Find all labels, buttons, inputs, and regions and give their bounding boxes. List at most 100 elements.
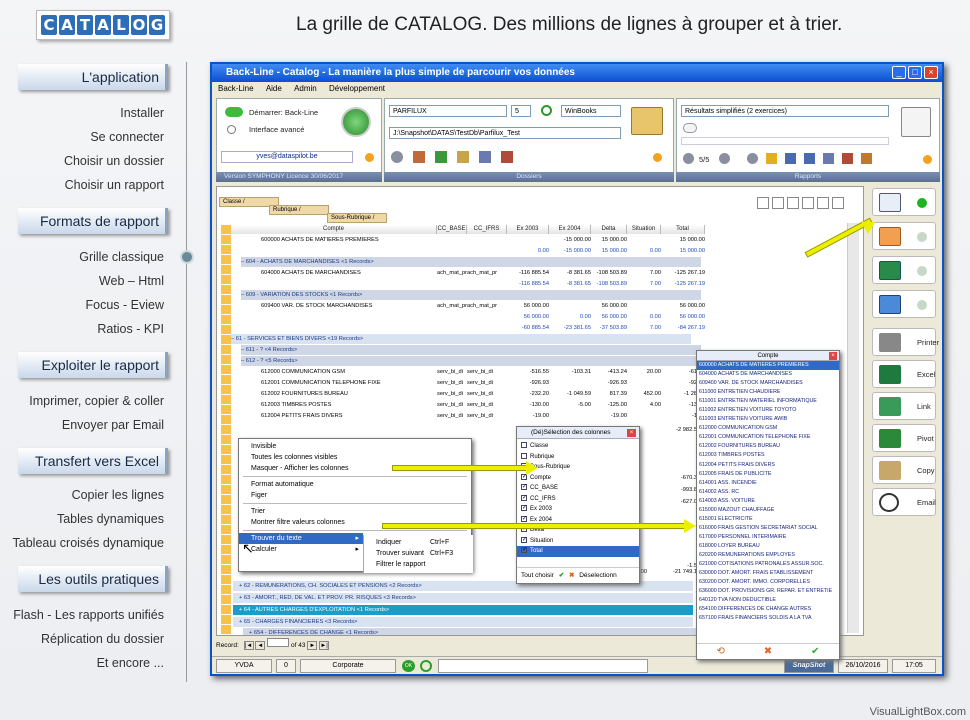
menu-calculate[interactable]: Calculer ▸	[239, 544, 363, 555]
tools-icon[interactable]	[501, 151, 513, 163]
start-icon[interactable]	[341, 107, 371, 137]
account-item[interactable]: 609400 VAR. DE STOCK MARCHANDISES	[697, 379, 839, 388]
nav-grille-classique[interactable]: Grille classique	[79, 250, 164, 264]
section-transfert[interactable]: Transfert vers Excel	[18, 448, 168, 474]
prev-report-icon[interactable]	[683, 153, 694, 164]
nav-copier-lignes[interactable]: Copier les lignes	[72, 488, 164, 502]
column-checkbox-item[interactable]: ✓ CC_IFRS	[517, 494, 639, 505]
next-record-button[interactable]: ►	[307, 641, 318, 650]
star-icon[interactable]	[766, 153, 777, 164]
account-item[interactable]: 630000 DOT. AMORT. FRAIS ETABLISSEMENT	[697, 569, 839, 578]
account-item[interactable]: 611002 ENTRETIEN VOITURE TOYOTO	[697, 406, 839, 415]
nav-tables-dynamiques[interactable]: Tables dynamiques	[57, 512, 164, 526]
section-application[interactable]: L'application	[18, 64, 168, 90]
submenu-indiquer[interactable]: Indiquer Ctrl+F	[364, 537, 473, 548]
checkbox-icon[interactable]: ✓	[521, 494, 527, 501]
pivot-button[interactable]: Pivot	[872, 424, 936, 452]
software-field[interactable]: WinBooks	[561, 105, 621, 117]
open-folder-icon[interactable]	[631, 107, 663, 135]
nav-web-html[interactable]: Web – Html	[99, 274, 164, 288]
dossier-num-field[interactable]: 5	[511, 105, 531, 117]
export-icon[interactable]	[435, 151, 447, 163]
refresh-icon[interactable]: ⟲	[716, 646, 724, 657]
grid-format-button[interactable]	[872, 188, 936, 216]
record-input[interactable]	[267, 638, 290, 647]
first-record-button[interactable]: |◄	[243, 641, 254, 650]
select-all-button[interactable]: Tout choisir	[521, 572, 554, 579]
grid-scrollbar[interactable]	[847, 223, 859, 633]
deselect-all-button[interactable]: Déselectionn	[579, 572, 617, 579]
toggle-switch[interactable]	[225, 107, 243, 117]
calendar-icon[interactable]	[457, 151, 469, 163]
section-outils[interactable]: Les outils pratiques	[18, 566, 168, 592]
nav-imprimer[interactable]: Imprimer, copier & coller	[29, 394, 164, 408]
menu-back-line[interactable]: Back-Line	[218, 84, 254, 93]
dossier-name-field[interactable]: PARFILUX	[389, 105, 507, 117]
nav-choisir-dossier[interactable]: Choisir un dossier	[64, 154, 164, 168]
column-checkbox-item[interactable]: ✓ CC_BASE	[517, 483, 639, 494]
account-item[interactable]: 617000 PERSONNEL INTERIMAIRE	[697, 533, 839, 542]
tools-icon[interactable]	[842, 153, 853, 164]
group-row[interactable]: + 65 - CHARGES FINANCIERES <3 Records>	[233, 617, 693, 627]
account-item[interactable]: 612003 TIMBRES POSTES	[697, 451, 839, 460]
nav-ratios-kpi[interactable]: Ratios - KPI	[97, 322, 164, 336]
info-icon[interactable]	[365, 153, 374, 162]
account-item[interactable]: 615000 MAZOUT CHAUFFAGE	[697, 506, 839, 515]
add-dossier-icon[interactable]	[413, 151, 425, 163]
radio-interface-avance[interactable]	[227, 125, 236, 134]
copy-button[interactable]: Copy	[872, 456, 936, 484]
report-subfield[interactable]	[681, 137, 889, 145]
info-icon[interactable]	[923, 155, 932, 164]
account-item[interactable]: 612004 PETITS FRAIS DIVERS	[697, 461, 839, 470]
close-button[interactable]: ×	[924, 66, 938, 79]
section-exploiter[interactable]: Exploiter le rapport	[18, 352, 168, 378]
account-item[interactable]: 612005 FRAIS DE PUBLICITE	[697, 470, 839, 479]
account-item[interactable]: 640120 TVA NON DEDUCTIBLE	[697, 596, 839, 605]
checkbox-icon[interactable]: ✓	[521, 505, 527, 512]
account-item[interactable]: 614003 ASS. VOITURE	[697, 497, 839, 506]
account-item[interactable]: 600000 ACHATS DE MATIERES PREMIERES	[697, 361, 839, 371]
account-item[interactable]: 614002 ASS. RC	[697, 488, 839, 497]
menu-sort[interactable]: Trier	[239, 506, 471, 517]
account-item[interactable]: 612001 COMMUNICATION TELEPHONE FIXE	[697, 433, 839, 442]
account-item[interactable]: 654100 DIFFERENCES DE CHANGE AUTRES	[697, 605, 839, 614]
prev-record-button[interactable]: ◄	[255, 641, 266, 650]
group-row[interactable]: + 654 - DIFFERENCES DE CHANGE <1 Records…	[243, 628, 703, 635]
printer-button[interactable]: Printer	[872, 328, 939, 356]
minimize-button[interactable]: _	[892, 66, 906, 79]
checkbox-icon[interactable]: ✓	[521, 547, 527, 554]
apply-filter-icon[interactable]: ✔	[811, 646, 819, 657]
account-item[interactable]: 611003 ENTRETIEN VOITURE AWIB	[697, 415, 839, 424]
export-html-button[interactable]	[872, 290, 936, 318]
submenu-trouver-suivant[interactable]: Trouver suivant Ctrl+F3	[364, 548, 473, 559]
account-item[interactable]: 614001 ASS. INCENDIE	[697, 479, 839, 488]
nav-tableau-croises[interactable]: Tableau croisés dynamique	[13, 536, 164, 550]
account-item[interactable]: 616000 FRAIS GESTION SECRETARIAT SOCIAL	[697, 524, 839, 533]
nav-et-encore[interactable]: Et encore ...	[97, 656, 164, 670]
account-item[interactable]: 611000 ENTRETIEN CHAUDIERE	[697, 388, 839, 397]
group-row[interactable]: + 64 - AUTRES CHARGES D'EXPLOITATION <1 …	[233, 605, 693, 615]
list-icon[interactable]	[785, 153, 796, 164]
column-checkbox-item[interactable]: ✓ Ex 2003	[517, 504, 639, 515]
account-item[interactable]: 636000 DOT. PROVISIONS GR. REPAR. ET ENT…	[697, 587, 839, 596]
menu-freeze[interactable]: Figer	[239, 490, 471, 501]
account-item[interactable]: 630200 DOT. AMORT. IMMO. CORPORELLES	[697, 578, 839, 587]
nav-envoyer-email[interactable]: Envoyer par Email	[62, 418, 164, 432]
menu-all-columns-visible[interactable]: Toutes les colonnes visibles	[239, 452, 471, 463]
nav-focus-eview[interactable]: Focus - Eview	[86, 298, 165, 312]
cancel-icon[interactable]: ✖	[764, 646, 772, 657]
toggle-icon[interactable]	[683, 123, 697, 133]
nav-choisir-rapport[interactable]: Choisir un rapport	[65, 178, 164, 192]
nav-replication[interactable]: Réplication du dossier	[41, 632, 164, 646]
account-item[interactable]: 620200 REMUNERATIONS EMPLOYES	[697, 551, 839, 560]
menu-auto-format[interactable]: Format automatique	[239, 479, 471, 490]
checkbox-icon[interactable]	[521, 442, 527, 449]
account-item[interactable]: 612002 FOURNITURES BUREAU	[697, 442, 839, 451]
cross-icon[interactable]: ✖	[569, 572, 574, 579]
column-checkbox-item[interactable]: ✓ Situation	[517, 536, 639, 547]
menu-find-text[interactable]: Trouver du texte ▸	[239, 533, 363, 544]
account-item[interactable]: 615001 ELECTRICITE	[697, 515, 839, 524]
nav-flash[interactable]: Flash - Les rapports unifiés	[13, 608, 164, 622]
dossier-path-field[interactable]: J:\Snapshot\DATAS\TestDb\Parfilux_Test	[389, 127, 621, 139]
submenu-filtrer[interactable]: Filtrer le rapport	[364, 559, 473, 570]
